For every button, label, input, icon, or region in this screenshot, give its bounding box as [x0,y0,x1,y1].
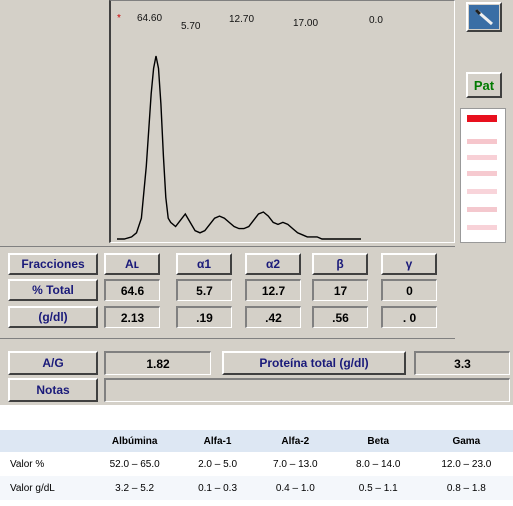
pct-total-label: % Total [8,279,98,301]
ag-label: A/G [8,351,98,375]
gdl-alpha1-field[interactable]: .19 [176,306,232,328]
table-cell: 3.2 – 5.2 [88,476,182,500]
gel-band [467,171,497,176]
pct-albumin-field[interactable]: 64.6 [104,279,160,301]
table-header-row: Albúmina Alfa-1 Alfa-2 Beta Gama [0,430,513,452]
table-header-cell: Beta [336,430,420,452]
gel-band [467,207,497,212]
table-cell: 0.5 – 1.1 [336,476,420,500]
fractions-label: Fracciones [8,253,98,275]
gdl-alpha2-field[interactable]: .42 [245,306,301,328]
table-header-cell: Albúmina [88,430,182,452]
gdl-beta-field[interactable]: .56 [312,306,368,328]
notes-field[interactable] [104,378,510,402]
notes-label: Notas [8,378,98,402]
table-cell: 0.1 – 0.3 [181,476,254,500]
table-cell: 52.0 – 65.0 [109,458,160,470]
fraction-gamma-header[interactable]: γ [381,253,437,275]
pct-beta-field[interactable]: 17 [312,279,368,301]
peak-marker: * [117,13,121,24]
divider [0,246,455,247]
electropherogram-chart: * 64.60 5.70 12.70 17.00 0.0 [117,13,383,240]
gel-band [467,139,497,144]
pct-gamma-field[interactable]: 0 [381,279,437,301]
gel-band-strip [460,108,506,243]
table-cell: Valor g/dL [0,476,88,500]
peak-label: 0.0 [369,15,383,26]
pct-alpha2-field[interactable]: 12.7 [245,279,301,301]
table-header-cell: Alfa-1 [181,430,254,452]
peak-label: 17.00 [293,18,318,29]
gel-band [467,225,497,230]
table-cell: 2.0 – 5.0 [198,458,238,470]
table-cell: Valor % [10,458,45,470]
gdl-label: (g/dl) [8,306,98,328]
gel-band [467,189,497,194]
table-cell: 12.0 – 23.0 [441,458,492,470]
ag-value-field[interactable]: 1.82 [104,351,211,375]
table-cell: 0.4 – 1.0 [253,476,337,500]
gdl-gamma-field[interactable]: . 0 [381,306,437,328]
gel-band [467,115,497,122]
peak-label: 12.70 [229,14,254,25]
table-header-cell: Alfa-2 [253,430,337,452]
peak-label: 5.70 [181,21,201,32]
electrophoresis-app: * 64.60 5.70 12.70 17.00 0.0 Pat Fracciones A… [0,0,513,405]
reference-values-table: Albúmina Alfa-1 Alfa-2 Beta Gama Valor %… [0,430,513,500]
gel-band [467,155,497,160]
table-header-cell: Gama [419,430,513,452]
fraction-alpha1-header[interactable]: α1 [176,253,232,275]
peak-label: 64.60 [137,13,162,24]
gdl-albumin-field[interactable]: 2.13 [104,306,160,328]
fraction-alpha2-header[interactable]: α2 [245,253,301,275]
fraction-beta-header[interactable]: β [312,253,368,275]
pat-button[interactable]: Pat [466,72,502,98]
table-row: Valor g/dL 3.2 – 5.2 0.1 – 0.3 0.4 – 1.0… [0,476,513,500]
electropherogram-trace [117,55,361,240]
total-protein-field[interactable]: 3.3 [414,351,510,375]
pct-alpha1-field[interactable]: 5.7 [176,279,232,301]
magic-wand-button[interactable] [466,2,502,32]
table-cell: 0.8 – 1.8 [419,476,513,500]
total-protein-label: Proteína total (g/dl) [222,351,406,375]
table-row: Valor % 52.0 – 65.0 2.0 – 5.0 7.0 – 13.0… [0,452,513,476]
divider [0,338,455,339]
fraction-albumin-header[interactable]: Aʟ [104,253,160,275]
table-cell: 8.0 – 14.0 [355,458,401,470]
electropherogram-panel: * 64.60 5.70 12.70 17.00 0.0 [109,0,455,243]
magic-wand-icon [469,5,499,29]
table-header-cell [0,430,88,452]
table-cell: 7.0 – 13.0 [273,458,318,470]
